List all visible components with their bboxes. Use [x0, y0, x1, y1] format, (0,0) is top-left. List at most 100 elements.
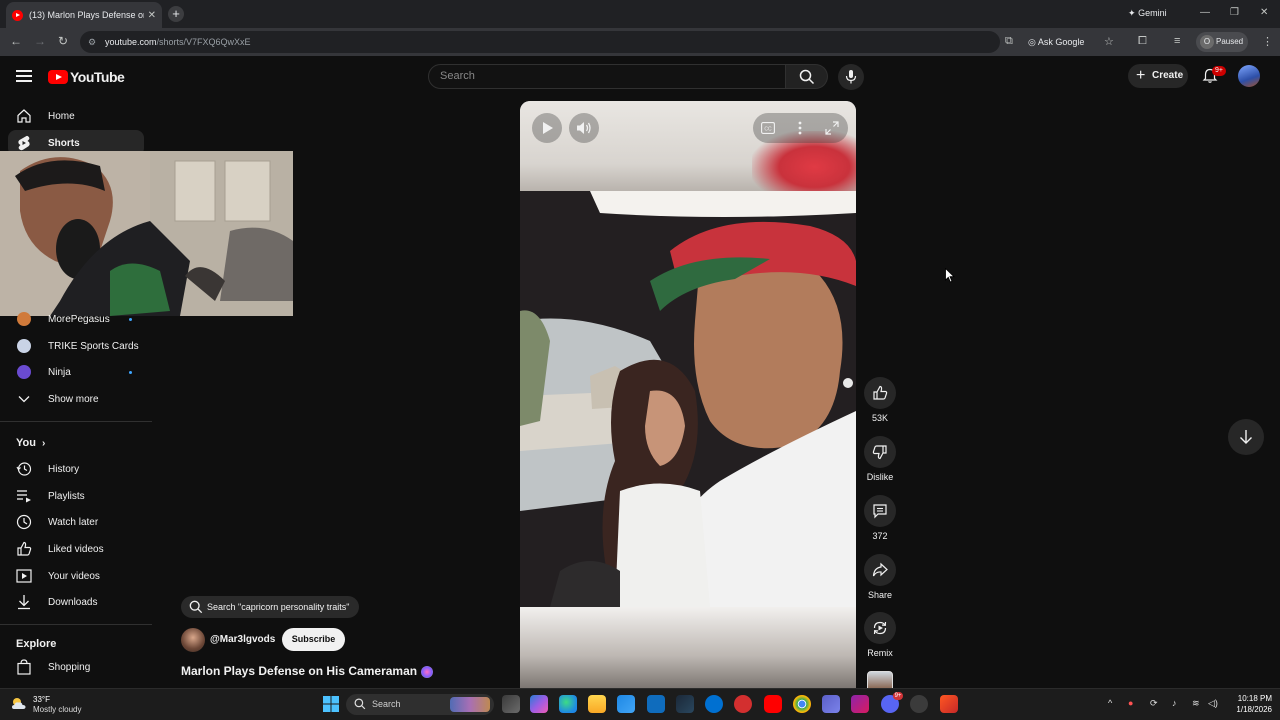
- new-tab-button[interactable]: +: [168, 6, 184, 22]
- channel-avatar[interactable]: [181, 628, 205, 652]
- outlook-icon[interactable]: [647, 695, 665, 713]
- sidebar-item-downloads[interactable]: Downloads: [0, 589, 144, 615]
- volume-icon: [577, 122, 591, 134]
- sidebar-item-your-videos[interactable]: Your videos: [0, 563, 144, 589]
- sidebar-show-more[interactable]: Show more: [0, 386, 144, 412]
- system-clock[interactable]: 10:18 PM 1/18/2026: [1222, 693, 1272, 715]
- ask-google-button[interactable]: ◎ Ask Google: [1028, 31, 1084, 53]
- microphone-icon[interactable]: ♪: [1172, 698, 1177, 708]
- extensions-icon[interactable]: ⧠: [1138, 35, 1147, 48]
- sidebar-item-history[interactable]: History: [0, 456, 144, 482]
- profile-button[interactable]: O Paused: [1196, 32, 1248, 52]
- channel-handle[interactable]: @Mar3lgvods: [210, 634, 275, 645]
- search-button[interactable]: [786, 64, 828, 89]
- bookmark-star-icon[interactable]: ☆: [1104, 35, 1114, 48]
- task-view-icon[interactable]: [502, 695, 520, 713]
- back-arrow-icon[interactable]: ←: [10, 34, 22, 48]
- bts-app-icon[interactable]: [734, 695, 752, 713]
- account-avatar[interactable]: [1238, 65, 1260, 87]
- sidebar-item-playlists[interactable]: Playlists: [0, 483, 144, 509]
- sidebar-item-label: Shopping: [48, 661, 91, 673]
- steam-icon[interactable]: [676, 695, 694, 713]
- profile-avatar: O: [1200, 35, 1214, 49]
- sidebar-item-home[interactable]: Home: [0, 103, 144, 129]
- sidebar-item-liked-videos[interactable]: Liked videos: [0, 536, 144, 562]
- windows-taskbar: [0, 688, 1280, 720]
- sidebar-item-watch-later[interactable]: Watch later: [0, 509, 144, 535]
- sync-icon[interactable]: ⟳: [1150, 698, 1158, 709]
- playstation-icon[interactable]: [705, 695, 723, 713]
- remix-icon: [873, 621, 887, 635]
- windows-start-icon[interactable]: [322, 695, 340, 713]
- copilot-icon[interactable]: [530, 695, 548, 713]
- next-short-button[interactable]: [1228, 419, 1264, 455]
- remix-label: Remix: [867, 648, 893, 658]
- address-bar[interactable]: ⚙ youtube.com/shorts/V7FXQ6QwXxE: [80, 31, 1000, 53]
- play-button[interactable]: [532, 113, 562, 143]
- browser-tab[interactable]: (13) Marlon Plays Defense on H ✕: [6, 2, 162, 28]
- wifi-icon[interactable]: ≋: [1192, 698, 1200, 709]
- close-window-icon[interactable]: ✕: [1260, 7, 1268, 18]
- volume-button[interactable]: [569, 113, 599, 143]
- streaming-app-icon[interactable]: [940, 695, 958, 713]
- you-heading-label: You: [16, 437, 36, 449]
- play-icon: [543, 122, 553, 134]
- volume-icon[interactable]: ◁): [1208, 698, 1218, 709]
- youtube-logo[interactable]: YouTube: [48, 69, 125, 85]
- sidebar-item-shopping[interactable]: Shopping: [0, 654, 144, 680]
- audio-app-icon[interactable]: [851, 695, 869, 713]
- more-options-icon[interactable]: [798, 121, 802, 135]
- close-tab-icon[interactable]: ✕: [148, 10, 156, 21]
- shorts-video-player[interactable]: CC: [520, 101, 856, 689]
- comments-button[interactable]: [864, 495, 896, 527]
- install-app-icon[interactable]: ⧉: [1005, 35, 1013, 48]
- short-title[interactable]: Marlon Plays Defense on His Cameraman: [181, 664, 434, 678]
- media-controls-icon[interactable]: ≡: [1174, 35, 1180, 47]
- teams-icon[interactable]: [822, 695, 840, 713]
- settings-app-icon[interactable]: [910, 695, 928, 713]
- sidebar-item-ninja[interactable]: Ninja: [0, 359, 144, 385]
- search-icon: [189, 600, 203, 614]
- forward-arrow-icon[interactable]: →: [34, 34, 46, 48]
- sidebar-item-trike-sports-cards[interactable]: TRIKE Sports Cards: [0, 333, 144, 359]
- weather-widget[interactable]: 33°F Mostly cloudy: [10, 692, 110, 716]
- chrome-browser-icon[interactable]: [793, 695, 811, 713]
- mouse-cursor-icon: [945, 268, 955, 283]
- live-indicator: [129, 318, 132, 321]
- sidebar-you-heading[interactable]: You ›: [16, 437, 45, 449]
- tray-app-icon[interactable]: ●: [1128, 698, 1133, 708]
- fullscreen-icon[interactable]: [825, 121, 839, 135]
- file-explorer-icon[interactable]: [588, 695, 606, 713]
- channel-thumbnail[interactable]: [867, 671, 893, 689]
- related-search-chip[interactable]: Search "capricorn personality traits": [181, 596, 360, 618]
- sidebar-item-label: Liked videos: [48, 543, 104, 555]
- voice-search-button[interactable]: [838, 64, 864, 90]
- create-label: Create: [1152, 70, 1184, 81]
- like-button[interactable]: [864, 377, 896, 409]
- subscribe-button[interactable]: Subscribe: [282, 628, 345, 651]
- site-info-icon[interactable]: ⚙: [88, 31, 96, 53]
- gemini-button[interactable]: ✦ Gemini: [1128, 8, 1167, 19]
- search-icon: [799, 69, 815, 85]
- share-label: Share: [867, 590, 893, 600]
- edge-browser-icon[interactable]: [559, 695, 577, 713]
- reload-icon[interactable]: ↻: [58, 34, 68, 48]
- taskbar-search[interactable]: Search: [346, 694, 494, 715]
- share-button[interactable]: [864, 554, 896, 586]
- hamburger-menu-icon[interactable]: [16, 70, 32, 82]
- captions-icon[interactable]: CC: [761, 122, 775, 134]
- minimize-window-icon[interactable]: —: [1200, 7, 1210, 18]
- browser-menu-icon[interactable]: ⋮: [1262, 35, 1273, 48]
- show-hidden-icons-icon[interactable]: ^: [1108, 698, 1112, 708]
- youtube-app-icon[interactable]: [764, 695, 782, 713]
- sidebar-item-label: Downloads: [48, 596, 98, 608]
- search-input[interactable]: Search: [428, 64, 786, 89]
- microsoft-store-icon[interactable]: [617, 695, 635, 713]
- maximize-window-icon[interactable]: ❐: [1230, 7, 1239, 18]
- dislike-button[interactable]: [864, 436, 896, 468]
- sidebar-item-morepegasus[interactable]: MorePegasus: [0, 306, 144, 332]
- gemini-label: Gemini: [1138, 8, 1167, 18]
- remix-button[interactable]: [864, 612, 896, 644]
- sidebar-item-label: Playlists: [48, 490, 85, 502]
- create-button[interactable]: + Create: [1128, 64, 1188, 88]
